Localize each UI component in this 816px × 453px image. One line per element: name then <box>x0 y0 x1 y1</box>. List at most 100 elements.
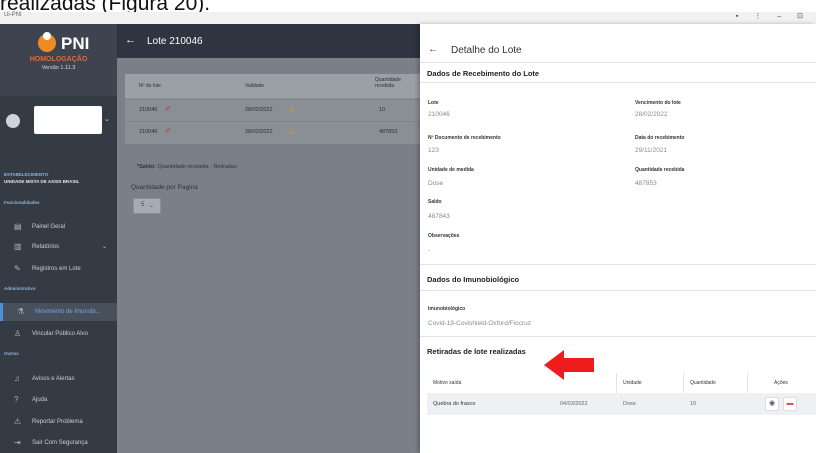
column-header[interactable]: Quantidade recebida <box>375 77 419 89</box>
window-titlebar: Ui-PNI ▪ ⋮ – ⊡ <box>0 12 816 24</box>
logo-text: PNI <box>61 34 90 53</box>
user-menu[interactable]: ⌄ <box>6 106 110 142</box>
back-arrow-icon[interactable]: ← <box>125 34 136 46</box>
field-value: 487843 <box>428 213 450 220</box>
red-arrow-annotation <box>544 350 594 380</box>
sidebar-item-relatorios[interactable]: ▥ Relatórios ⌄ <box>0 238 117 256</box>
field-label: Quantidade recebida <box>635 167 685 173</box>
warning-icon: ⚠ <box>288 127 296 136</box>
divider <box>420 264 816 265</box>
saldo-note-bold: *Saldo: <box>137 164 156 170</box>
sidebar-item-sair[interactable]: ⇥ Sair Com Segurança <box>0 434 117 452</box>
field-value: 28/02/2022 <box>635 111 668 118</box>
section-administrativo: Administrativo <box>4 286 36 291</box>
column-header[interactable]: Validade <box>245 83 264 89</box>
section-outros: Outros <box>4 351 19 356</box>
chevron-down-icon[interactable]: ⌄ <box>104 115 110 123</box>
lote-table: Nº do lote Validade Quantidade recebida … <box>125 74 420 144</box>
column-header[interactable]: Nº do lote <box>139 83 161 89</box>
bell-icon: ♫ <box>14 374 20 383</box>
cell-unidade: Dose <box>623 401 636 407</box>
sidebar-item-reportar[interactable]: ⚠ Reportar Problema <box>0 413 117 431</box>
cell-lote: 210046 <box>139 129 158 135</box>
section-funcionalidades: Funcionalidades <box>4 200 40 205</box>
cell-quantidade: 10 <box>690 401 697 407</box>
retiradas-table-header: Motivo saída Unidade Quantidade Ações <box>427 373 816 394</box>
table-row[interactable]: 210046 ✐ 28/02/2022 ⚠ 10 <box>125 99 420 121</box>
field-value: Dose <box>428 180 444 187</box>
field-label: Observações <box>428 233 460 239</box>
field-label: Unidade de medida <box>428 167 474 173</box>
page-title: Lote 210046 <box>147 36 203 47</box>
flask-icon: ⚗ <box>17 307 25 316</box>
table-row[interactable]: Quebra do frasco 04/03/2022 Dose 10 ◉ ▬ <box>427 393 816 415</box>
panel-title: Detalhe do Lote <box>451 45 522 56</box>
cell-validade: 28/02/2022 <box>245 107 273 113</box>
chevron-down-icon: ⌄ <box>102 244 108 250</box>
saldo-note-text: Quantidade recebida - Retiradas <box>157 164 237 170</box>
field-label: Data do recebimento <box>635 135 685 141</box>
help-icon: ? <box>14 395 19 404</box>
cell-data: 04/03/2022 <box>560 401 588 407</box>
back-arrow-icon[interactable]: ← <box>428 44 438 55</box>
sidebar: PNI HOMOLOGAÇÃO Versão 1.11.3 ⌄ ESTABELE… <box>0 24 120 453</box>
field-value: 29/11/2021 <box>635 147 668 154</box>
field-value: 123 <box>428 147 439 154</box>
per-page-select[interactable]: 5 ⌄ <box>133 198 161 214</box>
sidebar-item-painel-geral[interactable]: ▤ Painel Geral <box>0 218 117 236</box>
cell-motivo: Quebra do frasco <box>433 401 476 407</box>
sidebar-item-label: Avisos e Alertas <box>32 376 75 382</box>
trash-icon[interactable]: ▬ <box>783 397 797 411</box>
establishment-name[interactable]: UNIDADE MISTA DE ASSIS BRASIL <box>4 179 79 184</box>
cell-quantidade: 10 <box>379 107 386 113</box>
divider <box>420 290 816 291</box>
sidebar-item-label: Sair Com Segurança <box>32 440 88 446</box>
divider <box>420 336 816 337</box>
warning-icon: ⚠ <box>288 105 296 114</box>
sidebar-item-label: Reportar Problema <box>32 419 83 425</box>
column-separator <box>616 373 617 393</box>
sidebar-item-vincular-publico[interactable]: ♙ Vincular Público Alvo <box>0 325 117 343</box>
drop-icon <box>43 32 51 40</box>
window-controls[interactable]: ▪ ⋮ – ⊡ <box>736 12 810 20</box>
column-separator <box>683 373 684 393</box>
sidebar-item-label: Painel Geral <box>32 224 66 230</box>
cell-validade: 28/02/2022 <box>245 129 273 135</box>
sidebar-item-avisos[interactable]: ♫ Avisos e Alertas <box>0 370 117 388</box>
reports-icon: ▥ <box>14 242 22 251</box>
field-label: Imunobiológico <box>428 306 466 312</box>
column-separator <box>747 373 748 393</box>
eye-icon[interactable]: ◉ <box>765 397 779 411</box>
chevron-down-icon: ⌄ <box>149 203 155 209</box>
sidebar-item-ajuda[interactable]: ? Ajuda <box>0 391 117 409</box>
column-header[interactable]: Quantidade <box>690 380 716 386</box>
field-value: - <box>428 247 431 254</box>
redacted-user-name <box>34 106 102 134</box>
syringe-icon: ✐ <box>165 128 171 135</box>
main-header: ← Lote 210046 <box>117 24 420 58</box>
field-value: Covid-19-Covishield-Oxford/Fiocruz <box>428 320 531 327</box>
saldo-note: *Saldo: Quantidade recebida - Retiradas <box>137 164 237 170</box>
establishment-label: ESTABELECIMENTO <box>4 172 49 177</box>
divider <box>420 62 816 63</box>
table-row[interactable]: 210046 ✐ 28/02/2022 ⚠ 487853 <box>125 121 420 143</box>
sidebar-item-label: Movimento de Imunobi... <box>35 309 101 315</box>
field-label: Lote <box>428 100 439 106</box>
column-header[interactable]: Unidade <box>623 380 642 386</box>
divider <box>420 82 816 83</box>
sidebar-item-movimento[interactable]: ⚗ Movimento de Imunobi... <box>0 303 120 321</box>
version-label: Versão 1.11.3 <box>41 65 76 71</box>
per-page-label: Quantidade por Pagina <box>131 184 198 191</box>
logout-icon: ⇥ <box>14 438 21 447</box>
column-header: Ações <box>774 380 788 386</box>
sidebar-item-label: Ajuda <box>32 397 48 403</box>
user-icon: ♙ <box>14 329 22 338</box>
column-header[interactable]: Motivo saída <box>433 380 461 386</box>
edit-icon: ✎ <box>14 264 21 273</box>
field-label: Saldo <box>428 199 442 205</box>
sidebar-item-registros-em-lote[interactable]: ✎ Registros em Lote <box>0 260 117 278</box>
dashboard-icon: ▤ <box>14 222 22 231</box>
field-value: 210046 <box>428 111 450 118</box>
per-page-value: 5 <box>141 202 145 208</box>
field-label: Vencimento do lote <box>635 100 681 106</box>
